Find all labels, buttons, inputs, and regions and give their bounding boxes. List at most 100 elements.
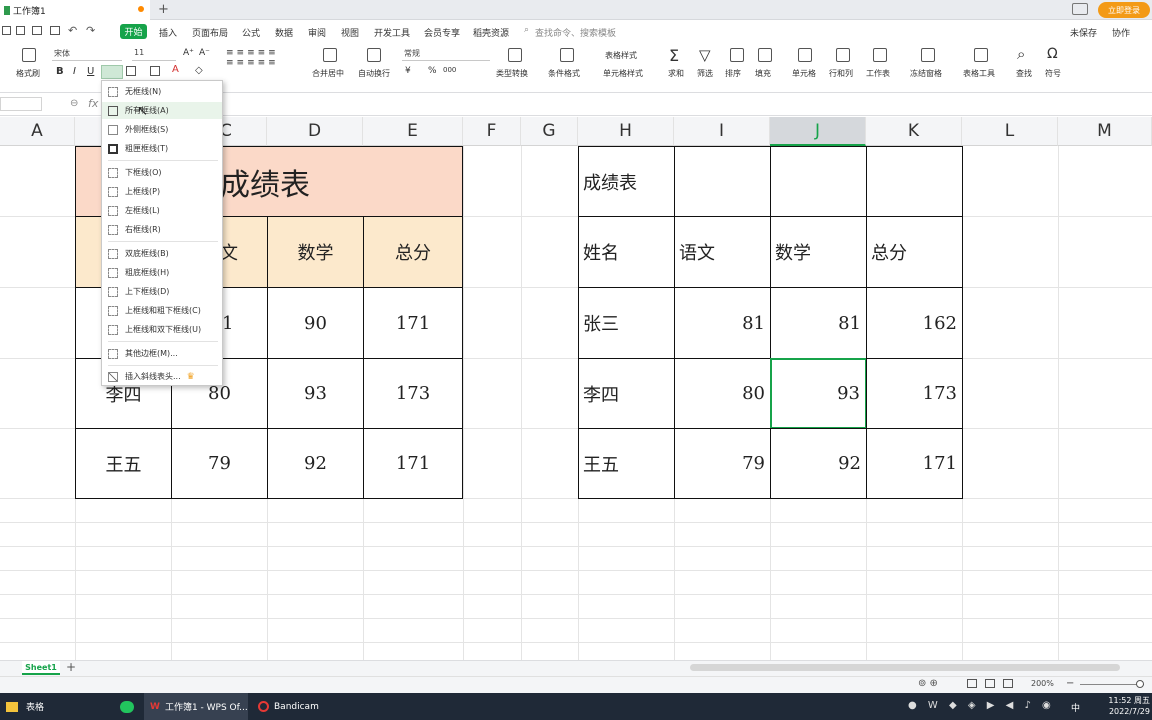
page-break-view-icon[interactable] xyxy=(1003,679,1013,688)
right-empty-cell[interactable] xyxy=(866,146,963,217)
merge-center-icon[interactable] xyxy=(323,48,337,62)
right-header-total[interactable]: 总分 xyxy=(866,216,963,288)
clock-time[interactable]: 11:52 周五 xyxy=(1108,695,1150,706)
cell-icon[interactable] xyxy=(798,48,812,62)
fill-color-icon[interactable] xyxy=(126,66,136,76)
highlight-icon[interactable] xyxy=(150,66,160,76)
new-tab-icon[interactable]: + xyxy=(158,2,169,17)
page-layout-view-icon[interactable] xyxy=(985,679,995,688)
type-convert-label[interactable]: 类型转换 xyxy=(496,68,528,79)
col-header-j[interactable]: J xyxy=(770,117,866,146)
border-outside-item[interactable]: 外侧框线(S) xyxy=(102,121,222,138)
border-top-item[interactable]: 上框线(P) xyxy=(102,183,222,200)
border-right-item[interactable]: 右框线(R) xyxy=(102,221,222,238)
search-icon[interactable]: ⌕ xyxy=(524,25,529,35)
right-cell-name[interactable]: 张三 xyxy=(578,287,675,359)
table-tools-label[interactable]: 表格工具 xyxy=(963,68,995,79)
conditional-format-icon[interactable] xyxy=(560,48,574,62)
document-tab[interactable]: 工作簿1 xyxy=(0,0,150,20)
number-format-select[interactable]: 常规 xyxy=(402,48,490,61)
worksheet-icon[interactable] xyxy=(873,48,887,62)
format-painter-label[interactable]: 格式刷 xyxy=(16,68,40,79)
menu-insert[interactable]: 插入 xyxy=(159,26,177,39)
left-cell-math[interactable]: 93 xyxy=(267,358,364,429)
name-box[interactable] xyxy=(0,97,42,111)
freeze-panes-icon[interactable] xyxy=(921,48,935,62)
fill-icon[interactable] xyxy=(758,48,772,62)
preview-icon[interactable] xyxy=(50,26,60,35)
border-more-item[interactable]: 其他边框(M)... xyxy=(102,345,222,362)
col-header-k[interactable]: K xyxy=(866,117,962,146)
horizontal-scrollbar[interactable] xyxy=(690,664,1120,671)
left-cell-total[interactable]: 171 xyxy=(363,287,463,359)
zoom-slider[interactable] xyxy=(1080,684,1144,685)
col-header-d[interactable]: D xyxy=(267,117,363,146)
right-cell-chinese[interactable]: 80 xyxy=(674,358,771,429)
freeze-panes-label[interactable]: 冻结窗格 xyxy=(910,68,942,79)
alignment-icons[interactable]: ≡≡≡≡≡ ≡≡≡≡≡ xyxy=(226,48,306,78)
zoom-formula-icon[interactable]: ⊖ xyxy=(70,98,78,109)
menu-docer[interactable]: 稻壳资源 xyxy=(473,26,509,39)
zoom-out-icon[interactable]: − xyxy=(1066,678,1074,689)
col-header-f[interactable]: F xyxy=(463,117,521,146)
find-label[interactable]: 查找 xyxy=(1016,68,1032,79)
left-cell-name[interactable]: 王五 xyxy=(75,428,172,499)
font-grow-icon[interactable]: A⁺ xyxy=(183,48,194,58)
worksheet-label[interactable]: 工作表 xyxy=(866,68,890,79)
format-painter-icon[interactable] xyxy=(22,48,36,62)
file-menu-icon[interactable] xyxy=(2,26,11,35)
col-header-h[interactable]: H xyxy=(578,117,674,146)
bold-button[interactable]: B xyxy=(56,66,64,77)
right-cell-name[interactable]: 王五 xyxy=(578,428,675,499)
menu-data[interactable]: 数据 xyxy=(275,26,293,39)
add-sheet-icon[interactable]: + xyxy=(66,660,76,674)
taskbar-folder[interactable]: 表格 xyxy=(0,693,110,720)
wrap-text-icon[interactable] xyxy=(367,48,381,62)
menu-member[interactable]: 会员专享 xyxy=(424,26,460,39)
left-cell-math[interactable]: 92 xyxy=(267,428,364,499)
right-header-chinese[interactable]: 语文 xyxy=(674,216,771,288)
border-none-item[interactable]: 无框线(N) xyxy=(102,83,222,100)
symbol-icon[interactable]: Ω xyxy=(1047,46,1058,62)
login-button[interactable]: 立即登录 xyxy=(1098,2,1150,18)
row-col-icon[interactable] xyxy=(836,48,850,62)
sheet-tab-sheet1[interactable]: Sheet1 xyxy=(22,661,60,675)
sum-label[interactable]: 求和 xyxy=(668,68,684,79)
border-top-double-bottom-item[interactable]: 上框线和双下框线(U) xyxy=(102,321,222,338)
border-double-bottom-item[interactable]: 双底框线(B) xyxy=(102,245,222,262)
right-cell-total[interactable]: 162 xyxy=(866,287,963,359)
normal-view-icon[interactable] xyxy=(967,679,977,688)
right-header-math[interactable]: 数学 xyxy=(770,216,867,288)
view-mode-icon[interactable]: ⊚ ⊕ xyxy=(918,678,938,689)
table-style-label[interactable]: 表格样式 xyxy=(605,50,637,61)
col-header-a[interactable]: A xyxy=(0,117,75,146)
filter-icon[interactable]: ▽ xyxy=(699,46,711,64)
collab-button[interactable]: 协作 xyxy=(1112,26,1130,39)
menu-view[interactable]: 视图 xyxy=(341,26,359,39)
border-top-bottom-item[interactable]: 上下框线(D) xyxy=(102,283,222,300)
right-empty-cell[interactable] xyxy=(674,146,771,217)
right-cell-chinese[interactable]: 79 xyxy=(674,428,771,499)
clear-format-icon[interactable]: ◇ xyxy=(195,65,203,76)
cell-label[interactable]: 单元格 xyxy=(792,68,816,79)
insert-diagonal-header-item[interactable]: 插入斜线表头... ♛ xyxy=(102,368,222,385)
border-button[interactable] xyxy=(101,65,123,79)
menu-review[interactable]: 审阅 xyxy=(308,26,326,39)
underline-button[interactable]: U xyxy=(87,66,94,77)
col-header-e[interactable]: E xyxy=(363,117,463,146)
table-tools-icon[interactable] xyxy=(974,48,988,62)
font-shrink-icon[interactable]: A⁻ xyxy=(199,48,210,58)
wrap-text-label[interactable]: 自动换行 xyxy=(358,68,390,79)
tray-icons[interactable]: ● W ◆ ◈ ▶ ◀ ♪ ◉ xyxy=(908,700,1055,711)
font-size-select[interactable]: 11 xyxy=(132,48,176,61)
clock-date[interactable]: 2022/7/29 xyxy=(1108,707,1150,716)
command-search[interactable]: 查找命令、搜索模板 xyxy=(535,26,616,39)
sum-icon[interactable]: Σ xyxy=(669,46,679,65)
border-thick-bottom-item[interactable]: 粗底框线(H) xyxy=(102,264,222,281)
font-color-icon[interactable]: A xyxy=(172,64,179,75)
menu-page-layout[interactable]: 页面布局 xyxy=(192,26,228,39)
right-cell-name[interactable]: 李四 xyxy=(578,358,675,429)
col-header-g[interactable]: G xyxy=(521,117,578,146)
filter-label[interactable]: 筛选 xyxy=(697,68,713,79)
border-top-thick-bottom-item[interactable]: 上框线和粗下框线(C) xyxy=(102,302,222,319)
